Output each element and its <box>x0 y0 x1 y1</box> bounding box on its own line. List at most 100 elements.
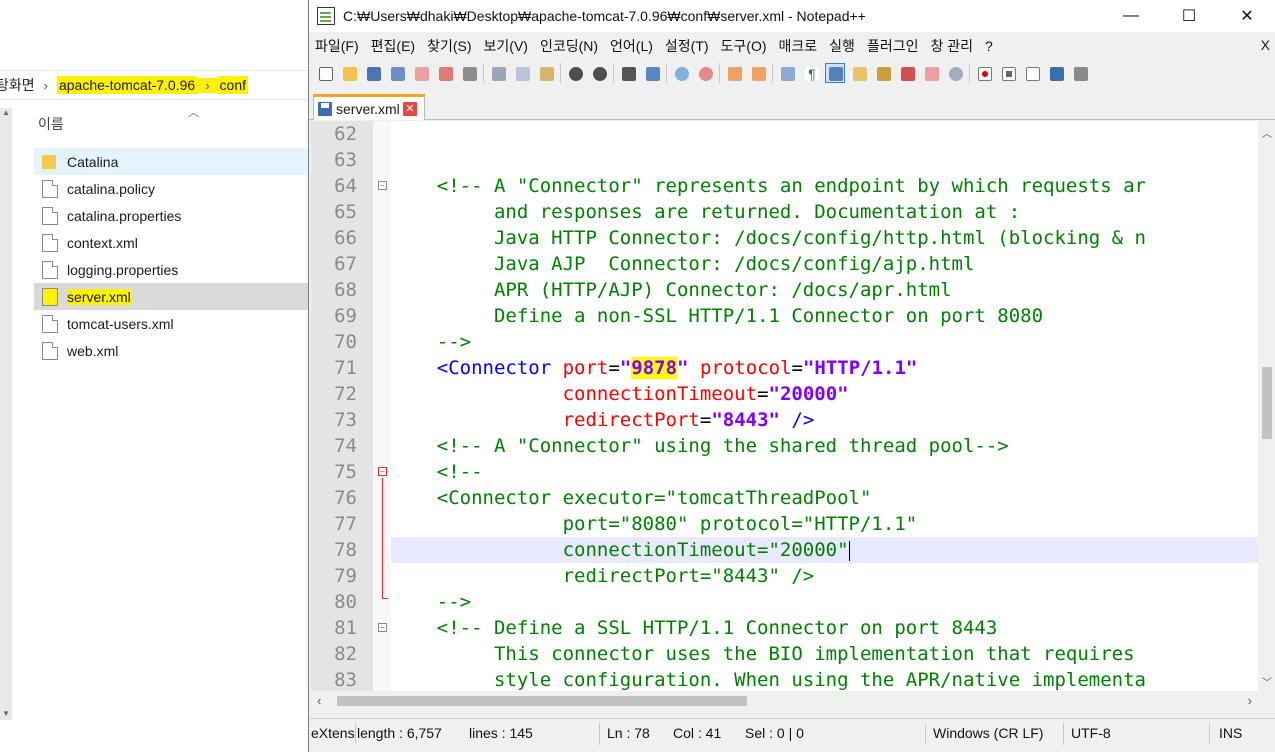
breadcrumb-item-conf[interactable]: conf <box>217 76 248 94</box>
scroll-thumb[interactable] <box>337 696 747 706</box>
menu-settings[interactable]: 설정(T) <box>659 36 715 56</box>
fold-margin[interactable] <box>373 121 391 691</box>
find-icon[interactable] <box>618 63 638 83</box>
replace-icon[interactable] <box>642 63 662 83</box>
menu-help[interactable]: ? <box>979 38 999 54</box>
vertical-scrollbar[interactable]: ︿ ﹀ <box>1258 121 1275 691</box>
navigation-pane-scrollbar[interactable]: ▲ ▼ <box>0 108 12 720</box>
tab-server-xml[interactable]: server.xml ✕ <box>313 94 425 120</box>
status-eol[interactable]: Windows (CR LF) <box>933 725 1043 741</box>
sync-v-icon[interactable] <box>724 63 744 83</box>
status-insert-mode[interactable]: INS <box>1219 725 1242 741</box>
line-number: 74 <box>334 435 357 457</box>
close-document-button[interactable]: X <box>1261 37 1270 53</box>
menu-edit[interactable]: 편집(E) <box>365 36 421 56</box>
menu-plugins[interactable]: 플러그인 <box>861 36 925 56</box>
status-encoding[interactable]: UTF-8 <box>1071 725 1111 741</box>
function-list-icon[interactable] <box>873 63 893 83</box>
code-editor[interactable]: 62 63 64 65 66 67 68 69 70 71 72 73 74 7… <box>311 121 1258 691</box>
close-button[interactable]: ✕ <box>1218 0 1275 32</box>
show-all-chars-icon[interactable]: ¶ <box>801 63 821 83</box>
port-value-highlight: 9878 <box>631 357 678 379</box>
cut-icon[interactable] <box>488 63 508 83</box>
undo-icon[interactable] <box>565 63 585 83</box>
menu-run[interactable]: 실행 <box>823 36 861 56</box>
record-macro-icon[interactable] <box>974 63 994 83</box>
close-icon[interactable] <box>411 63 431 83</box>
list-item[interactable]: catalina.properties <box>34 202 308 229</box>
folder-workspace-icon[interactable] <box>897 63 917 83</box>
scroll-left-icon[interactable]: ‹ <box>317 693 321 708</box>
menu-tools[interactable]: 도구(O) <box>715 36 773 56</box>
scroll-up-icon[interactable]: ▲ <box>2 108 10 117</box>
list-item[interactable]: logging.properties <box>34 256 308 283</box>
file-icon <box>42 314 58 333</box>
tab-bar: server.xml ✕ <box>309 90 1275 120</box>
monitor-icon[interactable] <box>921 63 941 83</box>
fold-range-line <box>382 478 383 598</box>
menu-macro[interactable]: 매크로 <box>773 36 824 56</box>
status-separator <box>599 723 600 745</box>
menu-language[interactable]: 언어(L) <box>604 36 659 56</box>
scroll-down-icon[interactable]: ▼ <box>2 709 10 718</box>
save-macro-icon[interactable] <box>1070 63 1090 83</box>
code-line: This connector uses the BIO implementati… <box>391 643 1135 665</box>
doc-map-icon[interactable] <box>849 63 869 83</box>
zoom-in-icon[interactable] <box>671 63 691 83</box>
list-item[interactable]: context.xml <box>34 229 308 256</box>
fold-collapse-icon[interactable]: − <box>378 467 387 476</box>
line-number: 77 <box>334 513 357 535</box>
status-language[interactable]: eXtens <box>311 725 355 741</box>
menu-search[interactable]: 찾기(S) <box>421 36 477 56</box>
zoom-out-icon[interactable] <box>695 63 715 83</box>
eye-icon[interactable] <box>945 63 965 83</box>
fold-collapse-icon[interactable]: − <box>378 181 387 190</box>
maximize-button[interactable]: ☐ <box>1160 0 1218 32</box>
list-item[interactable]: web.xml <box>34 337 308 364</box>
scroll-thumb[interactable] <box>1262 367 1272 439</box>
list-item-selected[interactable]: server.xml <box>34 283 308 310</box>
indent-guide-icon[interactable] <box>825 63 845 83</box>
run-macro-multiple-icon[interactable] <box>1046 63 1066 83</box>
breadcrumb-item-tomcat[interactable]: apache-tomcat-7.0.96 <box>56 76 198 94</box>
list-item[interactable]: catalina.policy <box>34 175 308 202</box>
menu-file[interactable]: 파일(F) <box>309 36 365 56</box>
breadcrumb-item-desktop[interactable]: 탕화면 <box>0 75 35 95</box>
status-bar: eXtens length : 6,757 lines : 145 Ln : 7… <box>309 718 1275 748</box>
sync-h-icon[interactable] <box>748 63 768 83</box>
stop-record-icon[interactable] <box>998 63 1018 83</box>
file-icon <box>42 341 58 360</box>
code-area[interactable]: <!-- A "Connector" represents an endpoin… <box>391 121 1258 691</box>
open-file-icon[interactable] <box>339 63 359 83</box>
column-header-name[interactable]: 이름 <box>38 114 64 134</box>
fold-collapse-icon[interactable]: − <box>378 623 387 632</box>
minimize-button[interactable]: — <box>1102 0 1160 32</box>
new-file-icon[interactable] <box>315 63 335 83</box>
close-all-icon[interactable] <box>435 63 455 83</box>
scroll-down-icon[interactable]: ﹀ <box>1262 674 1272 689</box>
play-macro-icon[interactable] <box>1022 63 1042 83</box>
copy-icon[interactable] <box>512 63 532 83</box>
tab-close-icon[interactable]: ✕ <box>402 101 417 116</box>
menu-window[interactable]: 창 관리 <box>924 36 979 56</box>
title-bar[interactable]: C:₩Users₩dhaki₩Desktop₩apache-tomcat-7.0… <box>309 0 1275 32</box>
list-item[interactable]: tomcat-users.xml <box>34 310 308 337</box>
code-line: --> <box>391 591 472 613</box>
file-list: Catalina catalina.policy catalina.proper… <box>34 148 308 364</box>
line-number: 78 <box>334 539 357 561</box>
word-wrap-icon[interactable] <box>777 63 797 83</box>
save-icon[interactable] <box>363 63 383 83</box>
menu-encoding[interactable]: 인코딩(N) <box>534 36 604 56</box>
save-all-icon[interactable] <box>387 63 407 83</box>
horizontal-scrollbar[interactable]: ‹ › <box>311 691 1258 711</box>
notepad-app-icon[interactable] <box>317 7 335 25</box>
list-item[interactable]: Catalina <box>34 148 308 175</box>
scroll-up-icon[interactable]: ︿ <box>1262 125 1272 140</box>
paste-icon[interactable] <box>536 63 556 83</box>
code-line: style configuration. When using the APR/… <box>391 669 1146 691</box>
menu-view[interactable]: 보기(V) <box>478 36 534 56</box>
print-icon[interactable] <box>459 63 479 83</box>
scroll-right-icon[interactable]: › <box>1248 693 1252 708</box>
redo-icon[interactable] <box>589 63 609 83</box>
